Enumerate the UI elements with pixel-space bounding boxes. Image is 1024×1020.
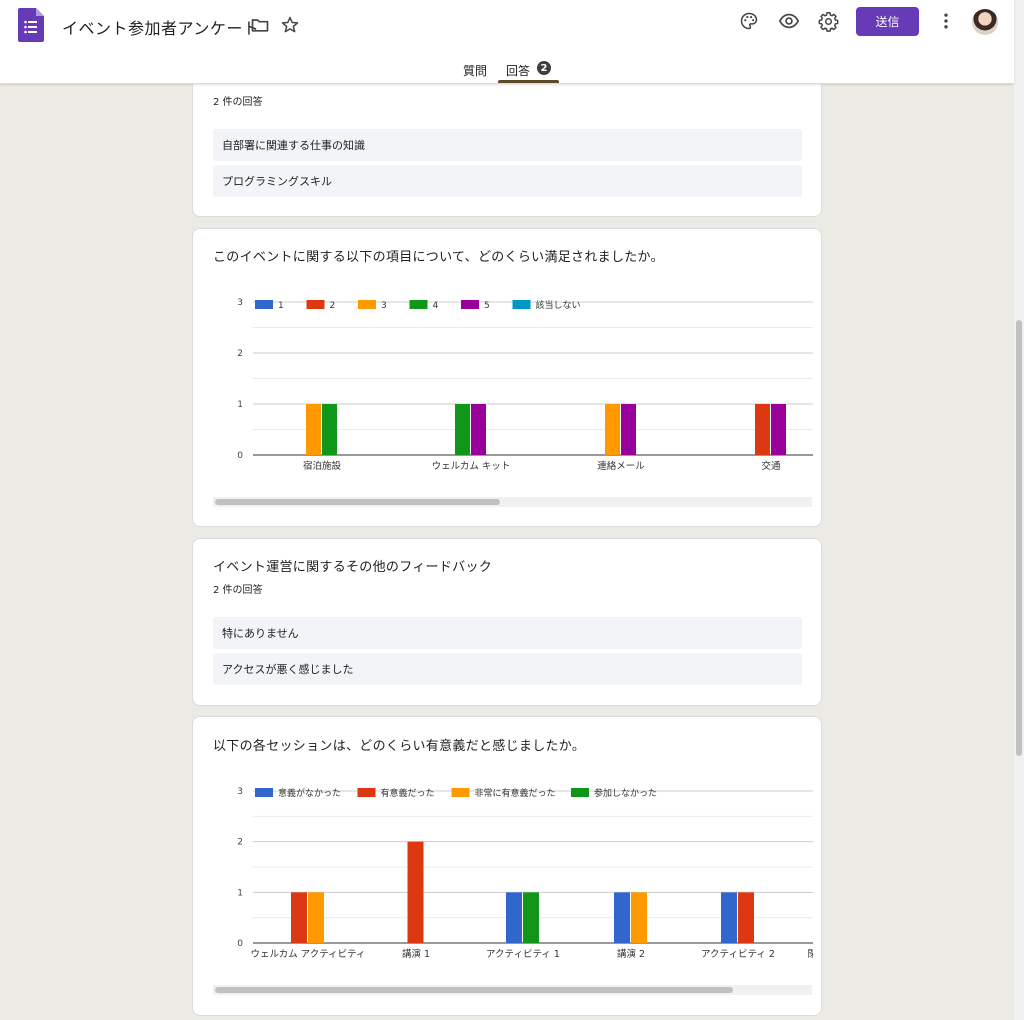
legend-swatch: [461, 300, 479, 309]
active-tab-indicator: [498, 80, 559, 83]
legend-swatch: [255, 300, 273, 309]
forms-logo-icon[interactable]: [18, 8, 44, 42]
bar-3: [605, 404, 620, 455]
legend-swatch: [357, 788, 376, 797]
y-tick-label: 0: [237, 451, 243, 461]
y-tick-label: 2: [237, 349, 243, 359]
response-item: プログラミングスキル: [213, 165, 802, 197]
x-tick-label: 講演 2: [617, 948, 645, 960]
legend-label: 1: [278, 301, 284, 311]
eye-icon[interactable]: [776, 8, 802, 34]
legend-swatch: [571, 788, 589, 797]
folder-icon[interactable]: [247, 12, 273, 38]
legend-label: 意義がなかった: [278, 787, 341, 799]
bar-非常に有意義だった: [631, 892, 647, 943]
legend-swatch: [358, 300, 376, 309]
x-tick-label: アクティビティ 1: [486, 949, 560, 960]
legend-swatch: [409, 300, 428, 309]
gear-icon[interactable]: [815, 8, 841, 34]
response-count: 2 件の回答: [213, 97, 263, 108]
x-tick-label: アクティビティ 2: [701, 949, 775, 960]
y-tick-label: 1: [237, 400, 243, 410]
satisfaction-bar-chart: 0 1 2 3 1 2 3 4 5 該当しない宿泊施設 ウェルカム キット 連絡メール 交通: [237, 298, 813, 472]
response-count: 2 件の回答: [213, 585, 263, 596]
legend-label: 該当しない: [536, 299, 581, 311]
send-button[interactable]: 送信: [856, 7, 919, 36]
avatar[interactable]: [972, 9, 998, 35]
question-title: イベント運営に関するその他のフィードバック: [213, 560, 493, 575]
question-card-feedback: イベント運営に関するその他のフィードバック 2 件の回答 特にありません アクセ…: [192, 538, 822, 706]
y-tick-label: 0: [237, 939, 243, 949]
x-tick-label: 講演 1: [402, 948, 430, 960]
bar-有意義だった: [738, 892, 754, 943]
palette-icon[interactable]: [736, 8, 762, 34]
response-item: 自部署に関連する仕事の知識: [213, 129, 802, 161]
bar-参加しなかった: [523, 892, 539, 943]
bar-5: [621, 404, 636, 455]
y-tick-label: 3: [237, 298, 243, 308]
legend-label: 非常に有意義だった: [475, 787, 556, 799]
tab-questions[interactable]: 質問: [463, 62, 487, 79]
question-card-satisfaction: このイベントに関する以下の項目について、どのくらい満足されましたか。 0 1 2 3 1…: [192, 228, 822, 527]
sessions-bar-chart: 0 1 2 3 意義がなかった 有意義だった 非常に有意義だった 参加しなかったウェルカム ア…: [237, 787, 813, 960]
bar-非常に有意義だった: [308, 892, 324, 943]
bar-5: [471, 404, 486, 455]
bar-意義がなかった: [506, 892, 522, 943]
bar-有意義だった: [291, 892, 307, 943]
question-title: 以下の各セッションは、どのくらい有意義だと感じましたか。: [213, 739, 586, 754]
star-icon[interactable]: [277, 12, 303, 38]
response-item: 特にありません: [213, 617, 802, 649]
document-title[interactable]: イベント参加者アンケート: [62, 15, 259, 39]
legend-label: 3: [381, 301, 387, 311]
legend-label: 2: [330, 301, 336, 311]
x-tick-label: 交通: [761, 460, 781, 472]
legend-label: 4: [433, 301, 439, 311]
chart-scrollbar-thumb[interactable]: [215, 987, 733, 993]
app-header: イベント参加者アンケート 送信 質問 回答 2: [0, 0, 1014, 84]
page-scrollbar-thumb[interactable]: [1016, 320, 1022, 756]
bar-2: [755, 404, 770, 455]
question-title: このイベントに関する以下の項目について、どのくらい満足されましたか。: [213, 250, 664, 265]
bar-意義がなかった: [721, 892, 737, 943]
bar-4: [322, 404, 337, 455]
legend-label: 参加しなかった: [594, 787, 657, 799]
chart-scrollbar-thumb[interactable]: [215, 499, 500, 505]
legend-swatch: [255, 788, 273, 797]
legend-swatch: [512, 300, 531, 309]
question-card-sessions: 以下の各セッションは、どのくらい有意義だと感じましたか。 0 1 2 3 意義がなかった…: [192, 716, 822, 1016]
x-tick-label: ウェルカム キット: [432, 461, 511, 472]
legend-swatch: [306, 300, 325, 309]
y-tick-label: 1: [237, 888, 243, 898]
legend-label: 5: [484, 301, 490, 311]
x-tick-label: 閉会: [807, 948, 813, 960]
legend-label: 有意義だった: [381, 787, 435, 799]
legend-swatch: [451, 788, 470, 797]
x-tick-label: 連絡メール: [597, 460, 645, 472]
responses-count-badge: 2: [537, 61, 551, 75]
bar-5: [771, 404, 786, 455]
x-tick-label: 宿泊施設: [303, 460, 342, 472]
response-item: アクセスが悪く感じました: [213, 653, 802, 685]
y-tick-label: 2: [237, 838, 243, 848]
more-vert-icon[interactable]: [933, 8, 959, 34]
x-tick-label: ウェルカム アクティビティ: [250, 949, 365, 960]
bar-有意義だった: [407, 841, 424, 943]
bar-意義がなかった: [614, 892, 630, 943]
bar-3: [306, 404, 321, 455]
y-tick-label: 3: [237, 787, 243, 797]
tab-responses[interactable]: 回答: [506, 62, 530, 79]
bar-4: [455, 404, 470, 455]
